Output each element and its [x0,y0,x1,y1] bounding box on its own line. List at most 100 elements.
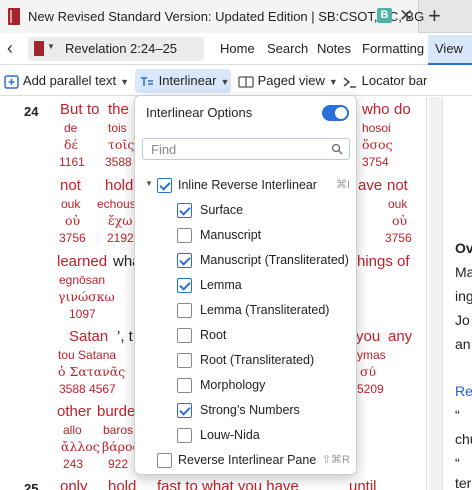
word-english[interactable]: fast to what you have [157,478,299,490]
interlinear-options-dropdown: Interlinear Options Find ▼ Inline Revers… [134,95,357,475]
word-english[interactable]: learned [57,253,107,270]
close-icon[interactable]: ✕ [399,6,413,26]
option-root[interactable]: Root [135,324,358,346]
checkbox[interactable] [177,353,192,368]
word-strongs: 3588 [105,155,132,169]
panel-scrollbar[interactable] [429,97,443,490]
checkbox[interactable] [177,278,192,293]
word-english[interactable]: only [60,478,88,490]
word-english[interactable]: hold [108,478,136,490]
word-greek: τοῖς [108,137,135,152]
menu-formatting[interactable]: Formatting [362,41,424,56]
option-manuscript[interactable]: Manuscript [135,224,358,246]
word-english[interactable]: who [362,101,390,118]
add-parallel-text-button[interactable]: Add parallel text ▼ [4,69,130,93]
chevron-down-icon[interactable]: ▼ [145,179,153,188]
word-greek: δέ [64,137,79,152]
word-strongs: 5209 [357,382,384,396]
checkbox[interactable] [157,453,172,468]
word-english[interactable]: any [388,328,412,345]
checkbox[interactable] [177,328,192,343]
checkbox[interactable] [157,178,172,193]
word-english[interactable]: do [394,101,411,118]
word-english[interactable]: not [60,177,81,194]
option-label: Reverse Interlinear Pane [178,453,317,467]
right-resource-panel[interactable]: Ov Ma ing Jo an Rev “ chu “ ter [426,97,472,490]
menu-view[interactable]: View [435,41,463,56]
verse-number: 24 [24,104,39,119]
word-english[interactable]: But [60,101,83,118]
reference-input[interactable]: Revelation 2:24–25 [65,41,177,56]
word-strongs: 1097 [69,307,96,321]
word-strongs: 1161 [59,155,85,169]
back-icon[interactable]: ‹ [7,38,13,58]
chevron-down-icon: ▼ [120,76,130,87]
panel-text: Ma [455,264,472,280]
document-tab[interactable]: New Revised Standard Version: Updated Ed… [0,0,424,33]
shortcut-label: ⇧⌘R [321,454,350,466]
checkbox[interactable] [177,228,192,243]
panel-text: ing [455,288,472,304]
reference-box[interactable]: ▼ Revelation 2:24–25 [28,37,204,61]
word-english[interactable]: ave [358,177,382,194]
option-label: Lemma (Transliterated) [200,303,330,317]
option-inline-reverse-interlinear[interactable]: ▼ Inline Reverse Interlinear ⌘I [135,174,358,196]
checkbox[interactable] [177,378,192,393]
word-greek: ἔχω [108,213,133,228]
checkbox[interactable] [177,253,192,268]
word-english[interactable]: until [349,478,377,490]
word-english[interactable]: to [87,101,100,118]
word-english[interactable]: the [108,101,129,118]
word-english[interactable]: hold [105,177,133,194]
word-greek: ὅσος [362,137,393,152]
panel-text: an [455,336,471,352]
checkbox[interactable] [177,428,192,443]
word-greek: σύ [360,364,377,379]
checkbox[interactable] [177,203,192,218]
paged-view-button[interactable]: Paged view ▼ [238,69,338,93]
menu-notes[interactable]: Notes [317,41,351,56]
tab-badge[interactable]: B [377,8,392,23]
word-english[interactable]: you [356,328,380,345]
checkbox[interactable] [177,303,192,318]
locator-bar-button[interactable]: Locator bar [342,69,432,93]
interlinear-button[interactable]: Interlinear ▼ [135,69,231,93]
menu-home[interactable]: Home [220,41,255,56]
book-icon [34,41,44,56]
find-input[interactable]: Find [142,138,350,160]
word-translit: ymas [357,348,386,362]
panel-link[interactable]: Rev [455,383,472,399]
option-label: Root [200,328,227,342]
word-english[interactable]: Satan [69,328,108,345]
word-english[interactable]: hings of [357,253,410,270]
nav-bar: ‹ ▼ Revelation 2:24–25 Home Search Notes… [0,33,472,65]
menu-search[interactable]: Search [267,41,308,56]
option-morphology[interactable]: Morphology [135,374,358,396]
option-lemma-transliterated[interactable]: Lemma (Transliterated) [135,299,358,321]
word-english[interactable]: other [57,403,91,420]
word-english[interactable]: burde [97,403,135,420]
option-surface[interactable]: Surface [135,199,358,221]
word-strongs: 3588 4567 [59,382,116,396]
option-strongs-numbers[interactable]: Strong’s Numbers [135,399,358,421]
option-louw-nida[interactable]: Louw-Nida [135,424,358,446]
add-tab-icon[interactable]: + [428,3,441,29]
checkbox[interactable] [177,403,192,418]
option-manuscript-transliterated[interactable]: Manuscript (Transliterated) [135,249,358,271]
word-greek: ὁ Σατανᾶς [58,364,126,379]
option-root-transliterated[interactable]: Root (Transliterated) [135,349,358,371]
verse-number: 25 [24,481,39,490]
option-label: Louw-Nida [200,428,260,442]
word-greek: οὐ [392,213,408,228]
word-english[interactable]: ’, t [117,328,133,345]
word-english[interactable]: not [387,177,408,194]
word-translit: allo [63,423,82,437]
word-strongs: 3756 [385,231,412,245]
add-parallel-icon [4,74,19,89]
interlinear-toggle[interactable] [322,105,349,121]
option-lemma[interactable]: Lemma [135,274,358,296]
option-reverse-interlinear-pane[interactable]: Reverse Interlinear Pane ⇧⌘R [135,449,358,471]
option-label: Morphology [200,378,266,392]
chevron-down-icon[interactable]: ▼ [47,42,55,51]
word-strongs: 922 [108,457,129,471]
